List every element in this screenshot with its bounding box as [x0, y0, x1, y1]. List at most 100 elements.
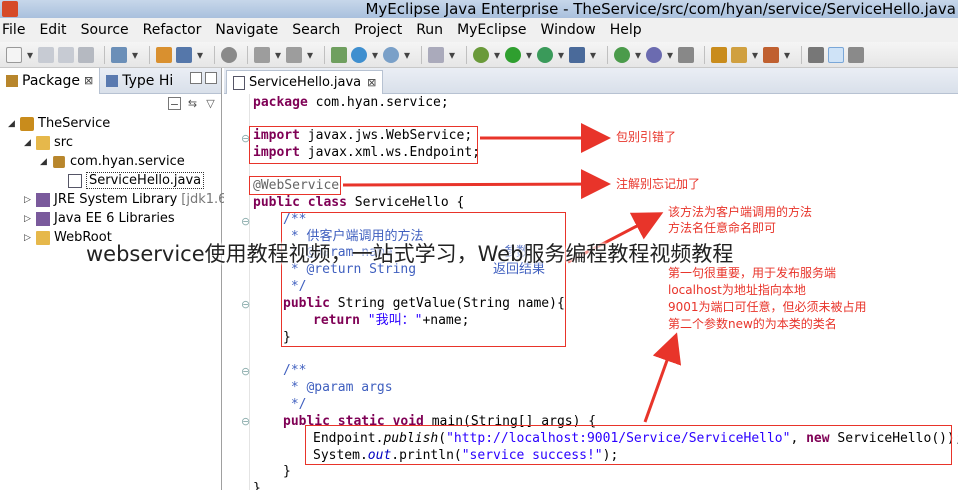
wizard-icon[interactable] [254, 46, 270, 63]
code-line: package com.hyan.service; [253, 95, 449, 110]
expand-arrow-icon[interactable]: ▷ [24, 195, 31, 205]
search-tool-icon[interactable] [763, 46, 779, 63]
dropdown-icon[interactable]: ▾ [448, 47, 456, 63]
pin-icon[interactable] [808, 46, 824, 63]
dropdown-icon[interactable]: ▾ [306, 47, 314, 63]
fold-icon[interactable]: ⊖ [241, 215, 250, 228]
minimize-icon[interactable] [190, 72, 202, 84]
new-class-icon[interactable] [614, 46, 630, 63]
menu-window[interactable]: Window [541, 18, 596, 42]
method-note-1: 该方法为客户端调用的方法 [668, 205, 813, 219]
toolbar-separator [214, 45, 215, 64]
debug-icon[interactable] [473, 46, 489, 63]
tab-servicehello-java[interactable]: ServiceHello.java ⊠ [226, 70, 384, 94]
window-icon[interactable] [428, 46, 444, 63]
coverage-icon[interactable] [569, 46, 585, 63]
tree-item-servicehello[interactable]: ServiceHello.java [0, 171, 221, 190]
menu-help[interactable]: Help [610, 18, 642, 42]
dropdown-icon[interactable]: ▾ [589, 47, 597, 63]
fold-icon[interactable]: ⊖ [241, 365, 250, 378]
tree-item-src[interactable]: ◢ src [0, 133, 221, 152]
dropdown-icon[interactable]: ▾ [557, 47, 565, 63]
open-type-icon[interactable] [711, 46, 727, 63]
expand-arrow-icon[interactable]: ▷ [24, 233, 31, 243]
fold-icon[interactable]: ⊖ [241, 298, 250, 311]
dropdown-icon[interactable]: ▾ [634, 47, 642, 63]
pencil-icon[interactable] [731, 46, 747, 63]
menu-file[interactable]: File [2, 18, 25, 42]
save-icon[interactable] [38, 46, 54, 63]
dropdown-icon[interactable]: ▾ [525, 47, 533, 63]
format-icon[interactable] [848, 46, 864, 63]
folder-icon [36, 230, 50, 245]
maximize-icon[interactable] [205, 72, 217, 84]
tree-item-package[interactable]: ◢ com.hyan.service [0, 152, 221, 171]
menu-navigate[interactable]: Navigate [215, 18, 278, 42]
project-tree: ◢ TheService ◢ src ◢ com.hyan.service Se… [0, 114, 239, 247]
print-icon[interactable] [78, 46, 94, 63]
toolbar-separator [247, 45, 248, 64]
expand-arrow-icon[interactable]: ◢ [8, 119, 15, 129]
library-icon [36, 192, 50, 207]
highlight-icon[interactable] [828, 46, 844, 63]
tab-type-hierarchy[interactable]: Type Hi [100, 68, 179, 94]
settings-icon[interactable] [678, 46, 694, 63]
code-line: */ [283, 397, 307, 412]
browser-icon[interactable] [176, 46, 192, 63]
dropdown-icon[interactable]: ▾ [274, 47, 282, 63]
close-icon[interactable]: ⊠ [367, 76, 376, 89]
tree-item-javaee[interactable]: ▷ Java EE 6 Libraries [0, 209, 221, 228]
expand-arrow-icon[interactable]: ◢ [24, 138, 31, 148]
link-editor-icon[interactable]: ⇆ [186, 97, 199, 110]
method-highlight-box [281, 212, 566, 347]
dropdown-icon[interactable]: ▾ [196, 47, 204, 63]
editor-gutter: ⊖ ⊖ ⊖ ⊖ ⊖ [224, 94, 250, 490]
refresh-icon[interactable] [383, 46, 399, 63]
menu-refactor[interactable]: Refactor [143, 18, 202, 42]
run-icon[interactable] [505, 46, 521, 63]
tree-label: src [54, 135, 73, 150]
expand-arrow-icon[interactable]: ▷ [24, 214, 31, 224]
tree-toolbar: − ⇆ ▽ [0, 94, 221, 114]
menu-search[interactable]: Search [292, 18, 340, 42]
toolbar-separator [801, 45, 802, 64]
tab-type-hierarchy-label: Type Hi [122, 72, 174, 89]
hierarchy-icon[interactable] [331, 46, 347, 63]
run-external-icon[interactable] [537, 46, 553, 63]
dropdown-icon[interactable]: ▾ [131, 47, 139, 63]
wizard-2-icon[interactable] [286, 46, 302, 63]
dropdown-icon[interactable]: ▾ [371, 47, 379, 63]
publish-highlight-box [305, 425, 952, 465]
db-icon[interactable] [221, 46, 237, 63]
save-all-icon[interactable] [58, 46, 74, 63]
dropdown-icon[interactable]: ▾ [666, 47, 674, 63]
new-icon[interactable] [6, 46, 22, 63]
dropdown-icon[interactable]: ▾ [403, 47, 411, 63]
dropdown-icon[interactable]: ▾ [783, 47, 791, 63]
close-icon[interactable]: ⊠ [84, 74, 93, 87]
web-icon[interactable] [351, 46, 367, 63]
collapse-all-icon[interactable]: − [168, 97, 181, 111]
editor-tab-label: ServiceHello.java [249, 75, 362, 90]
view-menu-icon[interactable]: ▽ [204, 97, 217, 110]
tab-package-explorer[interactable]: Package ⊠ [0, 67, 101, 94]
dropdown-icon[interactable]: ▾ [751, 47, 759, 63]
menu-myeclipse[interactable]: MyEclipse [457, 18, 526, 42]
expand-arrow-icon[interactable]: ◢ [40, 157, 47, 167]
window-title: MyEclipse Java Enterprise - TheService/s… [365, 0, 956, 18]
menu-project[interactable]: Project [354, 18, 402, 42]
menu-run[interactable]: Run [416, 18, 443, 42]
deploy-icon[interactable] [111, 46, 127, 63]
menu-source[interactable]: Source [81, 18, 129, 42]
toolbar-separator [704, 45, 705, 64]
tree-item-theservice[interactable]: ◢ TheService [0, 114, 221, 133]
dropdown-icon[interactable]: ▾ [26, 47, 34, 63]
server-icon[interactable] [156, 46, 172, 63]
new-interface-icon[interactable] [646, 46, 662, 63]
package-explorer-panel: Package ⊠ Type Hi − ⇆ ▽ ◢ TheService ◢ s… [0, 67, 239, 490]
tree-item-jre[interactable]: ▷ JRE System Library [jdk1.6.0 [0, 190, 239, 209]
fold-icon[interactable]: ⊖ [241, 415, 250, 428]
publish-note-1: 第一句很重要，用于发布服务端 [668, 266, 837, 280]
menu-edit[interactable]: Edit [39, 18, 66, 42]
dropdown-icon[interactable]: ▾ [493, 47, 501, 63]
